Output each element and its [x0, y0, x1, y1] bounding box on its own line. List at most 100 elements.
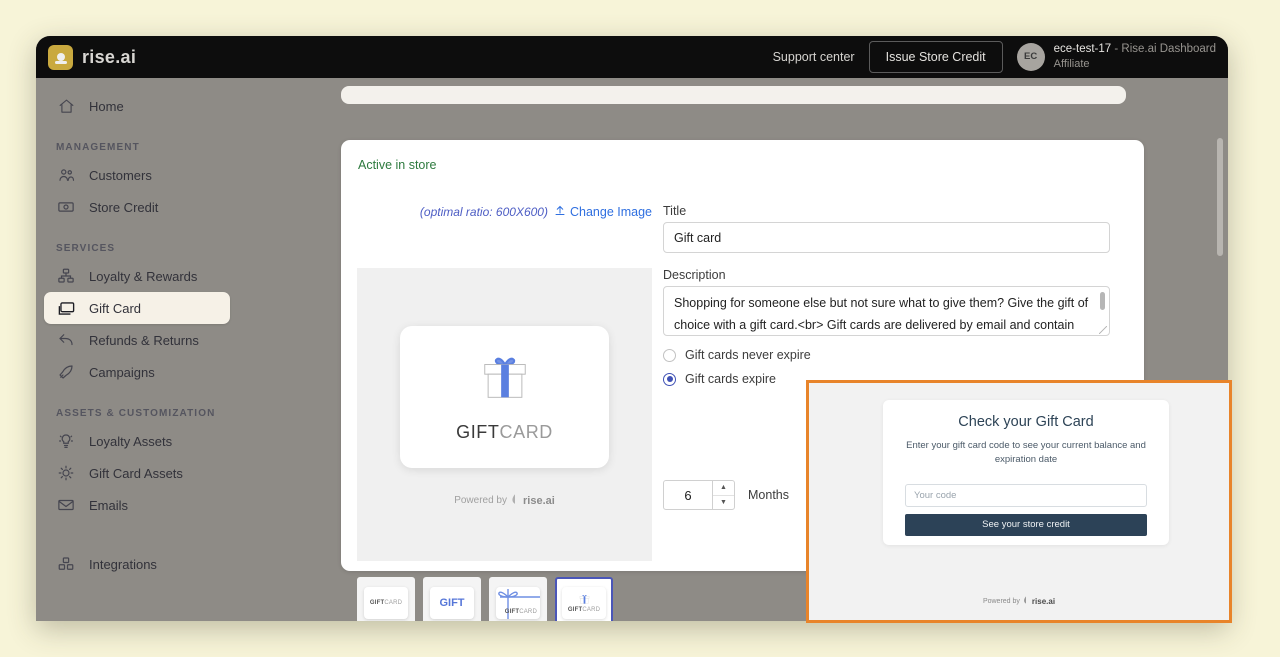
- thumbnail-option-1[interactable]: GIFTCARD Powered by rise.ai: [357, 577, 415, 621]
- sidebar-item-store-credit[interactable]: Store Credit: [44, 191, 230, 223]
- powered-brand: rise.ai: [523, 494, 555, 507]
- topbar-right-group: Support center Issue Store Credit EC ece…: [773, 41, 1228, 73]
- return-arrow-icon: [56, 330, 76, 350]
- thumbnail-option-2[interactable]: GIFT Powered by rise.ai: [423, 577, 481, 621]
- thumb-label: GIFTCARD: [504, 609, 537, 615]
- user-name-row: ece-test-17 - Rise.ai Dashboard: [1054, 42, 1216, 58]
- radio-icon-selected: [663, 372, 676, 386]
- sidebar: Home MANAGEMENT Customers Store Credit S…: [36, 78, 238, 621]
- card-stack-icon: [56, 298, 76, 318]
- thumbnail-option-3[interactable]: GIFTCARD Powered by rise.ai: [489, 577, 547, 621]
- user-name: ece-test-17: [1053, 42, 1112, 55]
- gift-card-wordmark: GIFTCARD: [456, 422, 553, 443]
- see-store-credit-button[interactable]: See your store credit: [905, 513, 1147, 536]
- sidebar-item-home[interactable]: Home: [44, 90, 230, 122]
- avatar: EC: [1016, 42, 1045, 71]
- user-info: ece-test-17 - Rise.ai Dashboard Affiliat…: [1054, 42, 1216, 72]
- gift-box-icon: [476, 352, 534, 411]
- hierarchy-icon: [56, 266, 76, 286]
- expiration-months-row: 6 ▲ ▼ Months: [663, 480, 789, 510]
- sidebar-item-label: Customers: [89, 167, 152, 183]
- user-badge-icon: [48, 44, 73, 70]
- thumb-label: GIFTCARD: [369, 600, 403, 606]
- description-text: Shopping for someone else but not sure w…: [674, 296, 1089, 332]
- support-center-link[interactable]: Support center: [773, 50, 855, 64]
- powered-prefix: Powered by: [454, 495, 507, 506]
- thumbnail-art: GIFTCARD: [562, 587, 606, 619]
- sidebar-item-customers[interactable]: Customers: [44, 159, 230, 191]
- sidebar-item-gift-card-assets[interactable]: Gift Card Assets: [44, 457, 230, 489]
- months-stepper[interactable]: 6 ▲ ▼: [663, 480, 735, 510]
- sidebar-item-label: Emails: [89, 497, 129, 513]
- thumb-label: GIFT: [439, 597, 465, 609]
- image-header-row: (optimal ratio: 600X600) Change Image: [357, 204, 652, 220]
- users-icon: [56, 165, 76, 185]
- radio-icon: [663, 348, 676, 362]
- brand-logo[interactable]: rise.ai: [48, 44, 136, 70]
- ratio-hint: (optimal ratio: 600X600): [419, 205, 548, 219]
- popup-subtitle: Enter your gift card code to see your cu…: [906, 440, 1146, 466]
- sidebar-item-emails[interactable]: Emails: [44, 489, 230, 521]
- rise-glyph-icon: [511, 494, 519, 507]
- preview-powered-by: Powered by rise.ai: [357, 494, 652, 507]
- resize-grip-icon[interactable]: [1099, 326, 1107, 334]
- gift-word-thin: CARD: [499, 421, 553, 442]
- title-input[interactable]: Gift card: [663, 222, 1110, 253]
- description-textarea[interactable]: Shopping for someone else but not sure w…: [663, 286, 1110, 336]
- thumbnail-art: GIFT: [430, 587, 474, 619]
- envelope-icon: [56, 495, 76, 515]
- thumbnail-art: GIFTCARD: [364, 587, 408, 619]
- radio-expire[interactable]: Gift cards expire: [663, 372, 776, 386]
- rise-glyph-icon: [1023, 596, 1029, 606]
- sidebar-item-campaigns[interactable]: Campaigns: [44, 356, 230, 388]
- sidebar-item-label: Loyalty Assets: [89, 433, 173, 449]
- sidebar-item-label: Gift Card Assets: [89, 465, 183, 481]
- popup-powered-prefix: Powered by: [982, 597, 1020, 605]
- popup-powered-brand: rise.ai: [1031, 596, 1056, 606]
- rocket-icon: [56, 362, 76, 382]
- sidebar-item-label: Refunds & Returns: [89, 332, 199, 348]
- months-value[interactable]: 6: [664, 481, 712, 509]
- change-image-button[interactable]: Change Image: [554, 204, 652, 220]
- user-menu[interactable]: EC ece-test-17 - Rise.ai Dashboard Affil…: [1016, 42, 1216, 72]
- user-role: Affiliate: [1053, 58, 1090, 71]
- chevron-up-icon[interactable]: ▲: [713, 481, 734, 495]
- card-above-peek: [341, 86, 1126, 104]
- textarea-scrollbar[interactable]: [1100, 292, 1105, 310]
- bulb-icon: [56, 431, 76, 451]
- issue-store-credit-button[interactable]: Issue Store Credit: [868, 41, 1003, 73]
- chevron-down-icon[interactable]: ▼: [713, 494, 734, 510]
- sidebar-item-label: Home: [89, 98, 124, 114]
- popup-powered-by: Powered by rise.ai: [809, 596, 1229, 606]
- blocks-icon: [56, 554, 76, 574]
- content-scrollbar[interactable]: [1217, 138, 1223, 256]
- gift-code-input[interactable]: Your code: [905, 483, 1147, 507]
- status-badge: Active in store: [358, 158, 437, 172]
- thumb-label: GIFTCARD: [567, 607, 601, 613]
- sidebar-item-label: Loyalty & Rewards: [89, 268, 198, 284]
- sidebar-item-loyalty-assets[interactable]: Loyalty Assets: [44, 425, 230, 457]
- sidebar-item-refunds-returns[interactable]: Refunds & Returns: [44, 324, 230, 356]
- radio-label: Gift cards never expire: [685, 348, 811, 362]
- sidebar-section-management: MANAGEMENT: [56, 142, 140, 153]
- sidebar-item-label: Store Credit: [89, 199, 159, 215]
- check-gift-card-panel: Check your Gift Card Enter your gift car…: [883, 400, 1169, 545]
- sidebar-item-gift-card[interactable]: Gift Card: [44, 292, 230, 324]
- radio-label: Gift cards expire: [685, 372, 777, 386]
- radio-never-expire[interactable]: Gift cards never expire: [663, 348, 811, 362]
- sidebar-item-loyalty-rewards[interactable]: Loyalty & Rewards: [44, 260, 230, 292]
- gift-word-bold: GIFT: [456, 421, 500, 442]
- upload-icon: [554, 204, 566, 220]
- user-name-suffix: - Rise.ai Dashboard: [1111, 42, 1216, 55]
- gift-card-checker-popup: Check your Gift Card Enter your gift car…: [806, 380, 1232, 623]
- screenshot-root: rise.ai Support center Issue Store Credi…: [0, 0, 1280, 657]
- gift-card-preview: GIFTCARD Powered by rise.ai: [357, 268, 652, 561]
- sidebar-item-integrations[interactable]: Integrations: [44, 548, 230, 580]
- title-label: Title: [663, 204, 687, 218]
- sidebar-section-assets: ASSETS & CUSTOMIZATION: [56, 408, 216, 419]
- home-icon: [56, 96, 76, 116]
- sidebar-item-label: Integrations: [89, 556, 157, 572]
- sidebar-section-services: SERVICES: [56, 243, 116, 254]
- thumbnail-option-4-selected[interactable]: GIFTCARD Powered by rise.ai: [555, 577, 613, 621]
- description-label: Description: [663, 268, 726, 282]
